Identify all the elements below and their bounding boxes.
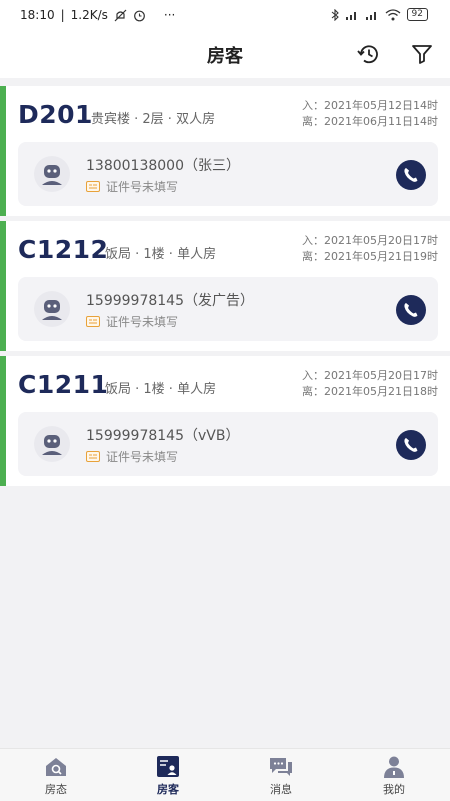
- phone-icon: [404, 438, 418, 452]
- call-button[interactable]: [396, 160, 426, 190]
- checkin-time: 入：2021年05月12日14时: [302, 99, 438, 112]
- guest-row[interactable]: 13800138000（张三） 证件号未填写: [18, 142, 438, 206]
- bottom-tab-bar: 房态 房客 消息 我的: [0, 748, 450, 801]
- room-number: D201: [18, 100, 93, 129]
- guest-card[interactable]: D201 贵宾楼 · 2层 · 双人房 入：2021年05月12日14时 离：2…: [0, 86, 450, 216]
- status-bar: 18:10 | 1.2K/s ··· 92: [0, 0, 450, 32]
- app-header: 房客: [0, 32, 450, 78]
- room-info: 饭局 · 1楼 · 单人房: [105, 247, 217, 262]
- message-icon: [270, 758, 292, 776]
- status-more-dots: ···: [163, 8, 176, 22]
- guest-phone-name: 13800138000（张三）: [86, 158, 240, 174]
- checkin-time: 入：2021年05月20日17时: [302, 369, 438, 382]
- battery-indicator: 92: [406, 8, 428, 21]
- avatar: [34, 426, 70, 462]
- tab-profile[interactable]: 我的: [354, 755, 434, 797]
- stay-times: 入：2021年05月12日14时 离：2021年06月11日14时: [302, 98, 438, 130]
- stay-times: 入：2021年05月20日17时 离：2021年05月21日18时: [302, 368, 438, 400]
- robot-avatar-icon: [42, 300, 62, 320]
- id-status: 证件号未填写: [86, 178, 178, 195]
- guest-phone-name: 15999978145（发广告）: [86, 293, 254, 309]
- guest-card[interactable]: C1212 饭局 · 1楼 · 单人房 入：2021年05月20日17时 离：2…: [0, 221, 450, 351]
- tab-label: 我的: [383, 783, 405, 796]
- id-card-icon: [86, 316, 100, 327]
- status-speed: 1.2K/s: [70, 8, 108, 22]
- tab-label: 消息: [270, 783, 292, 796]
- tab-room-status[interactable]: 房态: [16, 755, 96, 797]
- checkout-time: 离：2021年05月21日18时: [302, 385, 438, 398]
- page-title: 房客: [207, 46, 243, 67]
- mute-icon: [114, 9, 127, 21]
- id-status: 证件号未填写: [86, 448, 178, 465]
- id-card-icon: [86, 451, 100, 462]
- phone-icon: [404, 303, 418, 317]
- tab-label: 房态: [45, 783, 67, 796]
- room-number: C1211: [18, 370, 109, 399]
- signal-icon: [345, 11, 356, 20]
- house-icon: [46, 758, 66, 776]
- id-text: 证件号未填写: [106, 180, 179, 194]
- status-time: 18:10: [20, 8, 55, 22]
- tab-messages[interactable]: 消息: [241, 755, 321, 797]
- checkin-time: 入：2021年05月20日17时: [302, 234, 438, 247]
- id-status: 证件号未填写: [86, 313, 178, 330]
- id-text: 证件号未填写: [106, 450, 179, 464]
- phone-icon: [404, 168, 418, 182]
- room-info: 饭局 · 1楼 · 单人房: [105, 382, 217, 397]
- robot-avatar-icon: [42, 165, 62, 185]
- call-button[interactable]: [396, 430, 426, 460]
- guest-row[interactable]: 15999978145（vVB） 证件号未填写: [18, 412, 438, 476]
- room-info: 贵宾楼 · 2层 · 双人房: [91, 112, 216, 127]
- bluetooth-icon: [331, 8, 339, 21]
- call-button[interactable]: [396, 295, 426, 325]
- checkout-time: 离：2021年05月21日19时: [302, 250, 438, 263]
- room-number: C1212: [18, 235, 109, 264]
- robot-avatar-icon: [42, 435, 62, 455]
- stay-times: 入：2021年05月20日17时 离：2021年05月21日19时: [302, 233, 438, 265]
- tab-label: 房客: [157, 783, 179, 796]
- guest-row[interactable]: 15999978145（发广告） 证件号未填写: [18, 277, 438, 341]
- wifi-icon: [385, 8, 400, 20]
- alarm-icon: [133, 10, 145, 21]
- guest-list: D201 贵宾楼 · 2层 · 双人房 入：2021年05月12日14时 离：2…: [0, 86, 450, 491]
- guest-phone-name: 15999978145（vVB）: [86, 428, 240, 444]
- id-text: 证件号未填写: [106, 315, 179, 329]
- avatar: [34, 291, 70, 327]
- checkout-time: 离：2021年06月11日14时: [302, 115, 438, 128]
- signal-icon-2: [365, 11, 376, 20]
- id-card-icon: [86, 181, 100, 192]
- guest-card-icon: [157, 756, 179, 777]
- tab-guests[interactable]: 房客: [128, 755, 208, 797]
- filter-icon[interactable]: [410, 42, 434, 66]
- history-icon[interactable]: [356, 42, 380, 66]
- person-icon: [384, 756, 404, 778]
- avatar: [34, 156, 70, 192]
- guest-card[interactable]: C1211 饭局 · 1楼 · 单人房 入：2021年05月20日17时 离：2…: [0, 356, 450, 486]
